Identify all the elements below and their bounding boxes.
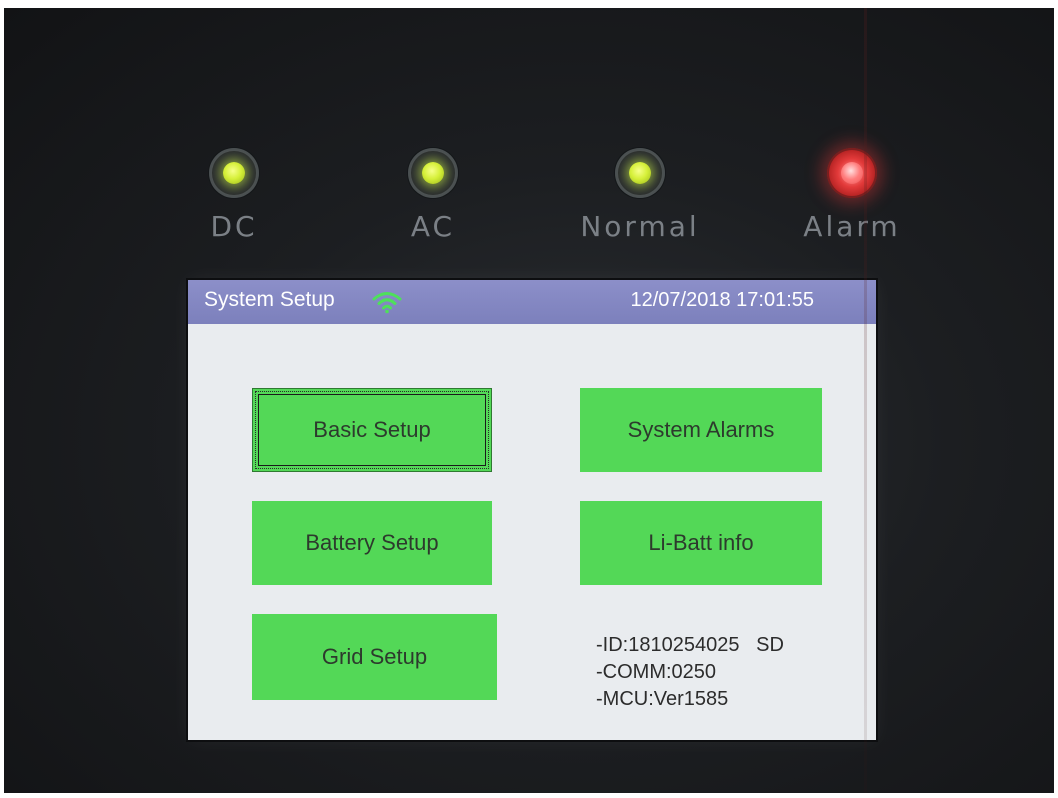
- title-bar: System Setup 12/07/2018 17:01:55: [188, 280, 876, 324]
- basic-setup-button[interactable]: Basic Setup: [252, 388, 492, 472]
- ac-led-icon: [408, 148, 458, 198]
- system-alarms-button[interactable]: System Alarms: [580, 388, 822, 472]
- comm-version: -COMM:0250: [596, 661, 717, 683]
- mcu-version: -MCU:Ver1585: [596, 688, 729, 710]
- touch-screen: System Setup 12/07/2018 17:01:55 Basic S…: [188, 280, 876, 740]
- li-batt-info-button[interactable]: Li-Batt info: [580, 501, 822, 585]
- grid-setup-button[interactable]: Grid Setup: [252, 614, 497, 700]
- device-panel-photo: DC AC Normal Alarm System Setup 12/07/20…: [4, 8, 1054, 793]
- screen-title: System Setup: [204, 288, 335, 311]
- normal-led-icon: [615, 148, 665, 198]
- indicator-normal: Normal: [565, 148, 715, 258]
- alarm-led-icon: [827, 148, 877, 198]
- indicator-ac-label: AC: [410, 210, 456, 243]
- indicator-normal-label: Normal: [580, 210, 700, 243]
- battery-setup-button[interactable]: Battery Setup: [252, 501, 492, 585]
- device-info: -ID:1810254025 SD -COMM:0250 -MCU:Ver1585: [596, 632, 784, 713]
- indicator-alarm: Alarm: [777, 148, 927, 258]
- dc-led-icon: [209, 148, 259, 198]
- indicator-dc: DC: [159, 148, 309, 258]
- indicator-alarm-label: Alarm: [803, 210, 901, 243]
- datetime-display: 12/07/2018 17:01:55: [630, 289, 814, 311]
- device-id: -ID:1810254025 SD: [596, 634, 784, 656]
- indicator-dc-label: DC: [210, 210, 258, 243]
- wifi-icon: [372, 292, 402, 314]
- indicator-ac: AC: [358, 148, 508, 258]
